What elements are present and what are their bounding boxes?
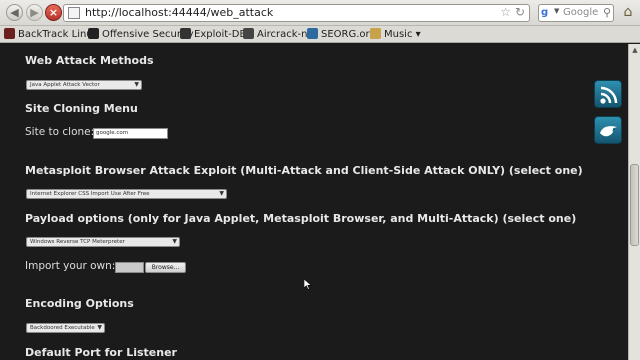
offsec-icon [88,28,99,39]
seorg-icon [307,28,318,39]
bookmark-star-icon[interactable]: ☆ [500,5,511,19]
bookmark-seorg[interactable]: SEORG.org [307,28,376,41]
stop-button[interactable]: × [45,4,62,21]
back-arrow-icon: ◀ [10,6,19,19]
forward-arrow-icon: ▶ [30,6,39,19]
browser-exploit-select[interactable]: Internet Explorer CSS Import Use After F… [26,189,227,199]
navigation-toolbar: ◀ ▶ × http://localhost:44444/web_attack … [0,0,640,26]
url-text: http://localhost:44444/web_attack [85,6,274,19]
search-bar[interactable]: g ▼ Google ⚲ [538,4,614,22]
encoding-select[interactable]: Backdoored Executable ▼ [26,323,105,333]
home-button[interactable]: ⌂ [620,4,636,21]
rss-feed-icon [600,86,618,104]
bird-social-button[interactable] [594,116,622,144]
page-favicon-icon [68,7,80,19]
url-bar[interactable]: http://localhost:44444/web_attack ☆ ↻ [63,4,530,22]
browse-button[interactable]: Browse... [145,262,186,273]
bookmarks-toolbar: BackTrack Linux Offensive Security Explo… [0,26,640,43]
default-port-heading: Default Port for Listener [25,346,177,359]
vertical-scrollbar[interactable]: ▲ [628,44,640,360]
bookmark-aircrack[interactable]: Aircrack-ng [243,28,314,41]
chevron-down-icon: ▼ [172,238,177,245]
chevron-down-icon: ▼ [219,190,224,197]
back-button[interactable]: ◀ [6,4,23,21]
web-attack-methods-heading: Web Attack Methods [25,54,154,67]
web-attack-method-select[interactable]: Java Applet Attack Vector ▼ [26,80,142,90]
encoding-options-heading: Encoding Options [25,297,134,310]
stop-icon: × [48,6,59,19]
reload-icon[interactable]: ↻ [515,5,525,19]
aircrack-icon [243,28,254,39]
scrollbar-thumb[interactable] [630,164,639,246]
search-input[interactable]: Google [563,7,598,18]
search-magnifier-icon[interactable]: ⚲ [603,6,611,19]
exploitdb-icon [180,28,191,39]
site-cloning-heading: Site Cloning Menu [25,102,138,115]
bookmark-exploit-db[interactable]: Exploit-DB [180,28,246,41]
web-attack-page: Web Attack Methods Java Applet Attack Ve… [0,44,628,360]
dragon-icon [4,28,15,39]
browser-exploit-heading: Metasploit Browser Attack Exploit (Multi… [25,164,583,177]
mouse-pointer-icon [304,279,312,290]
site-to-clone-input[interactable]: google.com [93,128,168,139]
home-icon: ⌂ [623,4,633,20]
import-your-own-label: Import your own: [25,260,116,272]
payload-select[interactable]: Windows Reverse TCP Meterpreter ▼ [26,237,180,247]
forward-button[interactable]: ▶ [26,4,43,21]
bookmark-folder-music[interactable]: Music ▾ [370,28,421,41]
chevron-down-icon: ▾ [412,29,421,40]
file-path-field[interactable] [115,262,144,273]
payload-options-heading: Payload options (only for Java Applet, M… [25,212,577,225]
chevron-down-icon: ▼ [97,324,102,331]
bird-logo-icon [600,126,617,137]
site-to-clone-label: Site to clone: [25,126,95,138]
bookmark-backtrack[interactable]: BackTrack Linux [4,28,99,41]
scroll-up-arrow-icon[interactable]: ▲ [630,45,640,55]
folder-icon [370,28,381,39]
rss-feed-button[interactable] [594,80,622,108]
chevron-down-icon: ▼ [134,81,139,88]
bookmark-offensive-security[interactable]: Offensive Security [88,28,194,41]
search-engine-dropdown-icon[interactable]: ▼ [554,7,559,15]
